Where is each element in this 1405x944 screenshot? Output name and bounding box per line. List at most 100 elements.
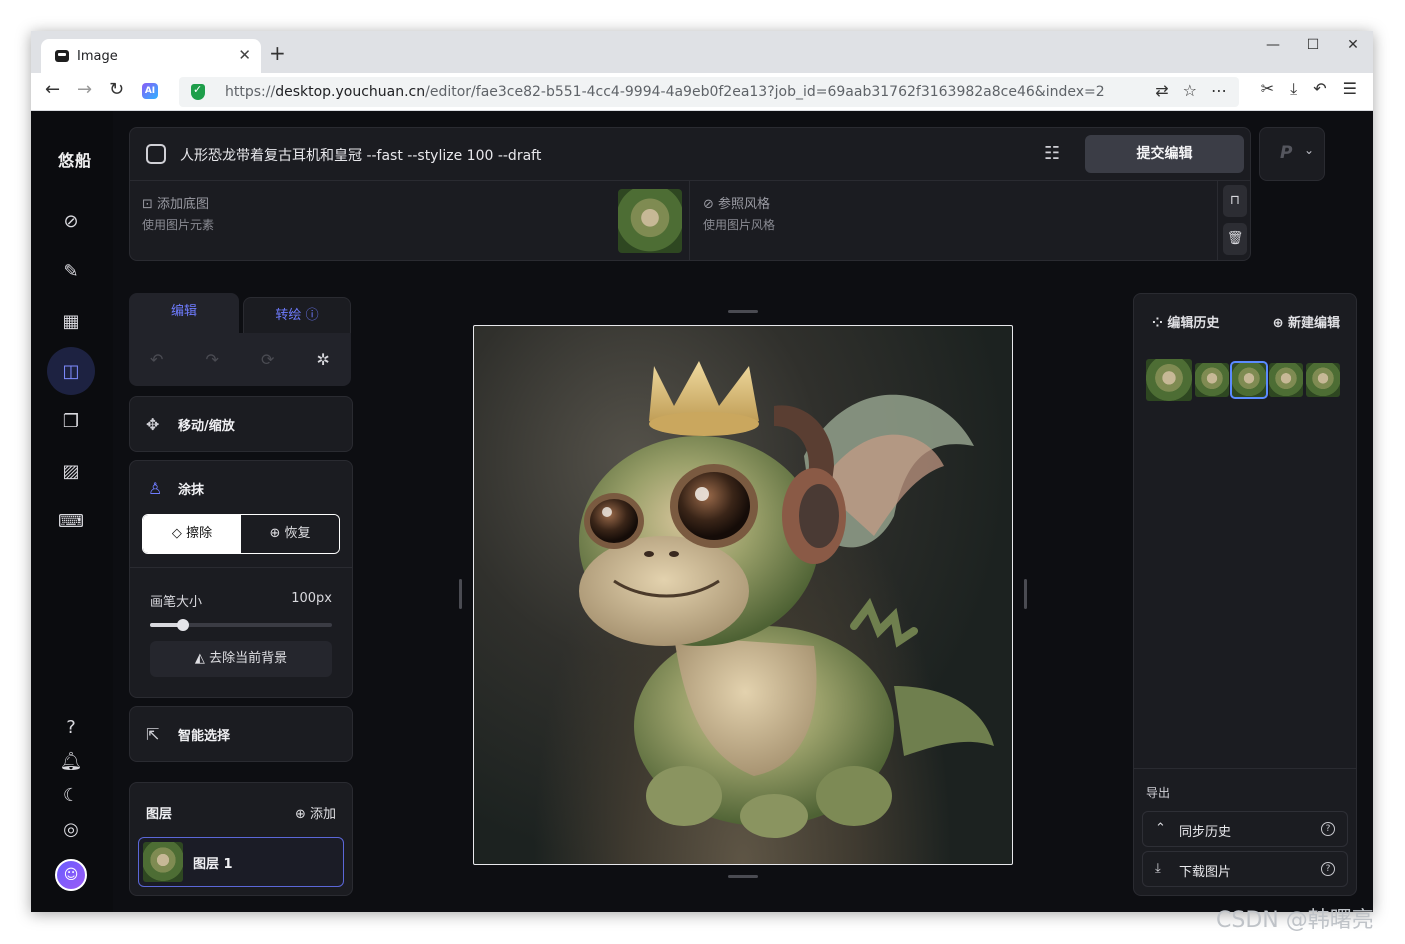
window-controls: — ☐ ✕ xyxy=(1253,31,1373,61)
canvas-resize-handle-bottom[interactable] xyxy=(728,875,758,878)
model-initial: P xyxy=(1280,143,1293,163)
new-tab-icon[interactable]: + xyxy=(269,43,286,63)
download-icon: ⤓ xyxy=(1155,861,1161,876)
chevron-down-icon: ⌄ xyxy=(1304,143,1315,157)
edit-canvas[interactable] xyxy=(473,325,1013,865)
reload-icon[interactable]: ↻ xyxy=(109,79,124,100)
reset-tool-icon[interactable]: ⟳ xyxy=(253,350,283,369)
tab-title: Image xyxy=(77,49,118,64)
download-image-label: 下载图片 xyxy=(1179,865,1232,880)
undo-icon[interactable]: ↶ xyxy=(1313,79,1326,99)
paperclip-icon: ⊘ xyxy=(703,197,719,212)
export-title: 导出 xyxy=(1146,786,1171,800)
sync-history-label: 同步历史 xyxy=(1179,825,1232,840)
history-thumbnail[interactable] xyxy=(1269,363,1303,397)
tab-redraw[interactable]: 转绘 ⓘ xyxy=(243,297,351,333)
browser-window: Image ✕ + — ☐ ✕ ← → ↻ AI https://desktop… xyxy=(31,31,1373,912)
restore-button[interactable]: ⊕ 恢复 xyxy=(241,515,339,553)
slot-actions: ⊓ 🗑︎ xyxy=(1217,181,1250,261)
pattern-icon[interactable]: ▨ xyxy=(47,447,95,495)
history-thumbnail[interactable] xyxy=(1146,359,1192,401)
menu-icon[interactable]: ☰ xyxy=(1343,79,1357,99)
new-edit-label: 新建编辑 xyxy=(1287,316,1340,331)
url-field[interactable]: https://desktop.youchuan.cn/editor/fae3c… xyxy=(179,77,1239,107)
undo-tool-icon[interactable]: ↶ xyxy=(142,350,172,369)
chat-icon[interactable]: ⌨ xyxy=(47,497,95,545)
canvas-resize-handle-top[interactable] xyxy=(728,310,758,313)
settings-sliders-icon[interactable]: ☷ xyxy=(1044,143,1060,164)
download-icon[interactable]: ⤓ xyxy=(1290,79,1297,99)
back-icon[interactable]: ← xyxy=(45,79,60,100)
download-image-button[interactable]: ⤓ 下载图片 ? xyxy=(1142,851,1348,887)
avatar[interactable]: ☺ xyxy=(55,859,87,891)
layer-thumbnail xyxy=(143,842,183,882)
brush-icon[interactable]: ✎ xyxy=(47,247,95,295)
copy-icon[interactable]: ❐ xyxy=(47,397,95,445)
url-scheme: https:// xyxy=(225,84,276,100)
history-thumbnail[interactable] xyxy=(1195,363,1229,397)
app-logo[interactable]: 悠船 xyxy=(58,147,92,171)
new-edit-button[interactable]: ⊕ 新建编辑 xyxy=(1273,312,1340,331)
move-scale-tool[interactable]: ✥ 移动/缩放 xyxy=(129,396,353,452)
brush-size-value: 100px xyxy=(291,591,332,606)
history-thumbnail-selected[interactable] xyxy=(1230,361,1268,399)
translate-icon[interactable]: ⇄ xyxy=(1155,81,1168,100)
smart-select-label: 智能选择 xyxy=(178,729,231,744)
prompt-edit-icon xyxy=(146,144,166,164)
more-icon[interactable]: ⋯ xyxy=(1211,81,1227,100)
editor-icon[interactable]: ◫ xyxy=(47,347,95,395)
trash-icon[interactable]: 🗑︎ xyxy=(1223,223,1247,255)
brush-size-slider[interactable] xyxy=(150,619,332,631)
close-window-icon[interactable]: ✕ xyxy=(1333,31,1373,61)
history-thumbnails xyxy=(1146,359,1340,401)
redo-tool-icon[interactable]: ↷ xyxy=(197,350,227,369)
prompt-input[interactable]: 人形恐龙带着复古耳机和皇冠 --fast --stylize 100 --dra… xyxy=(180,145,541,165)
help-icon[interactable]: ? xyxy=(1321,822,1335,836)
minimize-icon[interactable]: — xyxy=(1253,31,1293,61)
slider-handle[interactable] xyxy=(176,619,189,631)
magic-tool-icon[interactable]: ✲ xyxy=(308,350,338,369)
tab-edit[interactable]: 编辑 xyxy=(129,293,239,333)
close-tab-icon[interactable]: ✕ xyxy=(238,46,251,64)
ai-extension-icon[interactable]: AI xyxy=(142,83,158,99)
layer-name: 图层 1 xyxy=(193,857,233,872)
lock-icon[interactable]: ⊓ xyxy=(1223,185,1247,217)
canvas-resize-handle-right[interactable] xyxy=(1024,579,1027,609)
brush-size-label: 画笔大小 xyxy=(150,595,203,610)
image-icon: ⊡ xyxy=(142,197,158,212)
remove-background-button[interactable]: ◭ 去除当前背景 xyxy=(150,641,332,677)
grid-icon[interactable]: ▦ xyxy=(47,297,95,345)
model-selector[interactable]: P ⌄ xyxy=(1259,127,1325,181)
layer-item[interactable]: 图层 1 xyxy=(138,837,344,887)
canvas-resize-handle-left[interactable] xyxy=(459,579,462,609)
security-shield-icon xyxy=(191,83,205,100)
style-ref-subtitle: 使用图片风格 xyxy=(703,218,776,232)
url-host: desktop.youchuan.cn xyxy=(275,84,426,100)
bookmark-star-icon[interactable]: ☆ xyxy=(1183,81,1197,100)
base-image-thumbnail[interactable] xyxy=(618,189,682,253)
layers-title: 图层 xyxy=(146,807,173,822)
history-thumbnail[interactable] xyxy=(1306,363,1340,397)
droplet-icon: ◭ xyxy=(194,651,210,666)
sync-history-button[interactable]: ⌃ 同步历史 ? xyxy=(1142,811,1348,847)
restore-label: 恢复 xyxy=(284,526,311,541)
base-image-slot[interactable]: ⊡ 添加底图 使用图片元素 xyxy=(130,181,690,261)
browser-tab[interactable]: Image ✕ xyxy=(41,39,261,73)
help-icon[interactable]: ? xyxy=(1321,862,1335,876)
add-layer-button[interactable]: ⊕ 添加 xyxy=(295,803,336,822)
style-ref-slot[interactable]: ⊘ 参照风格 使用图片风格 xyxy=(691,181,1217,261)
left-rail: 悠船 ⊘ ✎ ▦ ◫ ❐ ▨ ⌨ ? 🔔︎ ☾ ◎ ☺ xyxy=(31,111,113,912)
plus-circle-icon: ⊕ xyxy=(269,526,285,541)
url-text: https://desktop.youchuan.cn/editor/fae3c… xyxy=(225,84,1105,100)
submit-edit-button[interactable]: 提交编辑 xyxy=(1085,135,1244,173)
profile-icon[interactable]: ◎ xyxy=(47,805,95,853)
scissors-icon[interactable]: ✂ xyxy=(1261,79,1274,99)
smart-select-tool[interactable]: ⇱ 智能选择 xyxy=(129,706,353,762)
base-image-subtitle: 使用图片元素 xyxy=(142,218,215,232)
url-actions: ⇄ ☆ ⋯ xyxy=(1155,81,1227,100)
erase-button[interactable]: ◇ 擦除 xyxy=(143,515,241,553)
explore-compass-icon[interactable]: ⊘ xyxy=(47,197,95,245)
maximize-icon[interactable]: ☐ xyxy=(1293,31,1333,61)
move-arrows-icon: ✥ xyxy=(146,415,160,434)
forward-icon[interactable]: → xyxy=(77,79,92,100)
